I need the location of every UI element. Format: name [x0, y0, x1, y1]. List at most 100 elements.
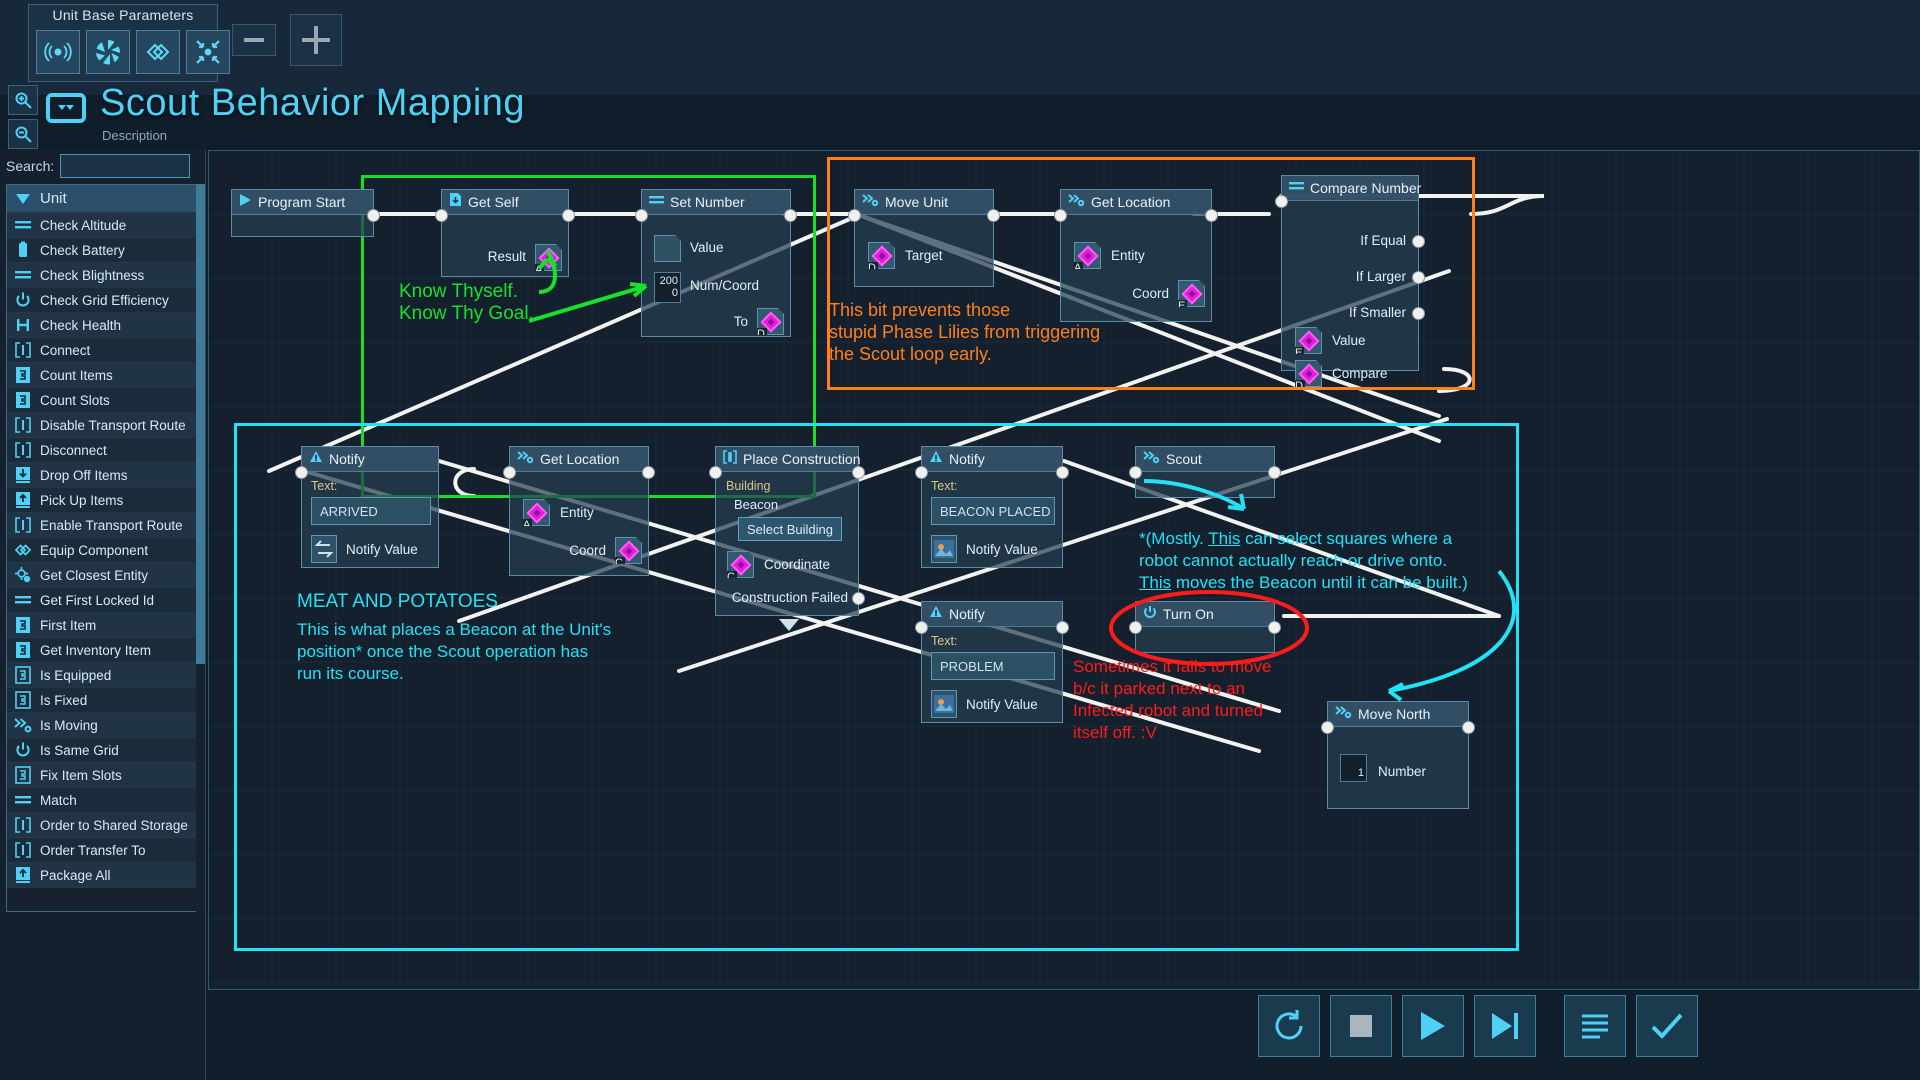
collapse-icon[interactable] [186, 30, 230, 74]
sidebar-scroll-thumb[interactable] [196, 184, 205, 664]
radar-icon[interactable] [36, 30, 80, 74]
node-move-unit[interactable]: Move Unit D Target [848, 189, 1000, 287]
graph-canvas[interactable]: Program Start Get Self Result A Set Numb… [208, 150, 1920, 990]
sidebar-item-enable-transport-route[interactable]: Enable Transport Route [7, 513, 201, 538]
sidebar-item-check-altitude[interactable]: Check Altitude [7, 213, 201, 238]
entity-slot[interactable]: A [1074, 242, 1101, 269]
link-icon[interactable] [136, 30, 180, 74]
node-program-start[interactable]: Program Start [231, 189, 380, 237]
zoom-out-icon[interactable] [8, 119, 38, 149]
node-get-location-bottom[interactable]: Get Location A Entity Coord C [503, 446, 655, 576]
coord-slot[interactable]: E [1178, 280, 1205, 307]
sidebar-item-check-grid-efficiency[interactable]: Check Grid Efficiency [7, 288, 201, 313]
node-get-self[interactable]: Get Self Result A [435, 189, 575, 277]
zoom-in-button[interactable] [290, 14, 342, 66]
input-port[interactable] [1129, 466, 1142, 479]
sidebar-item-first-item[interactable]: First Item [7, 613, 201, 638]
sidebar-item-is-moving[interactable]: Is Moving [7, 713, 201, 738]
node-notify-problem[interactable]: Notify Text: PROBLEM Notify Value [915, 601, 1069, 723]
input-port[interactable] [1054, 209, 1067, 222]
notify-value-icon[interactable] [931, 690, 957, 718]
number-slot[interactable]: 1 [1340, 754, 1367, 782]
output-port[interactable] [987, 209, 1000, 222]
node-place-construction[interactable]: Place Construction Building Beacon Selec… [709, 446, 865, 631]
node-turn-on[interactable]: Turn On [1129, 601, 1281, 653]
sidebar-item-connect[interactable]: Connect [7, 338, 201, 363]
zoom-in-icon[interactable] [8, 85, 38, 115]
input-port[interactable] [435, 209, 448, 222]
if-larger-port[interactable] [1412, 271, 1425, 284]
sidebar-item-check-health[interactable]: Check Health [7, 313, 201, 338]
output-port[interactable] [1268, 466, 1281, 479]
triangle-down-icon[interactable] [778, 618, 800, 637]
sidebar-item-get-closest-entity[interactable]: Get Closest Entity [7, 563, 201, 588]
value-slot[interactable]: E [1295, 327, 1322, 354]
input-port[interactable] [1275, 195, 1288, 208]
coord-slot[interactable]: C [615, 537, 642, 564]
input-port[interactable] [1129, 621, 1142, 634]
input-port[interactable] [295, 466, 308, 479]
node-scout[interactable]: Scout [1129, 446, 1281, 498]
coordinate-slot[interactable]: C [727, 551, 754, 578]
stop-button[interactable] [1330, 995, 1392, 1057]
notify-value-icon[interactable] [311, 535, 337, 563]
output-port[interactable] [1056, 621, 1069, 634]
output-port[interactable] [642, 466, 655, 479]
input-port[interactable] [915, 621, 928, 634]
sidebar-scrollbar[interactable] [196, 184, 205, 912]
zoom-out-button[interactable] [232, 24, 276, 56]
target-slot[interactable]: D [868, 242, 895, 269]
play-button[interactable] [1402, 995, 1464, 1057]
sidebar-item-order-to-shared-storage[interactable]: Order to Shared Storage [7, 813, 201, 838]
sidebar-item-fix-item-slots[interactable]: Fix Item Slots [7, 763, 201, 788]
sidebar-item-is-fixed[interactable]: Is Fixed [7, 688, 201, 713]
restart-button[interactable] [1258, 995, 1320, 1057]
if-equal-port[interactable] [1412, 235, 1425, 248]
aperture-icon[interactable] [86, 30, 130, 74]
sidebar-item-unit[interactable]: Unit [7, 185, 201, 213]
node-move-north[interactable]: Move North 1 Number [1321, 701, 1475, 809]
step-button[interactable] [1474, 995, 1536, 1057]
input-port[interactable] [1321, 721, 1334, 734]
sidebar-item-order-transfer-to[interactable]: Order Transfer To [7, 838, 201, 863]
node-notify-beacon[interactable]: Notify Text: BEACON PLACED Notify Value [915, 446, 1069, 568]
construction-failed-port[interactable] [852, 592, 865, 605]
sidebar-item-check-battery[interactable]: Check Battery [7, 238, 201, 263]
sidebar-item-is-same-grid[interactable]: Is Same Grid [7, 738, 201, 763]
compare-slot[interactable]: D [1295, 360, 1322, 387]
output-port[interactable] [367, 209, 380, 222]
notify-value-icon[interactable] [931, 535, 957, 563]
node-compare-number[interactable]: Compare Number If Equal If Larger If Sma… [1275, 175, 1425, 387]
sidebar-item-get-inventory-item[interactable]: Get Inventory Item [7, 638, 201, 663]
output-port[interactable] [852, 466, 865, 479]
input-port[interactable] [915, 466, 928, 479]
node-set-number[interactable]: Set Number Value 200 0 Num/Coord To D [635, 189, 797, 337]
sidebar-item-equip-component[interactable]: Equip Component [7, 538, 201, 563]
input-port[interactable] [503, 466, 516, 479]
component-list[interactable]: Unit Check Altitude Check Battery Check Bli… [6, 184, 202, 912]
input-port[interactable] [635, 209, 648, 222]
sidebar-item-package-all[interactable]: Package All [7, 863, 201, 888]
input-port[interactable] [848, 209, 861, 222]
input-port[interactable] [709, 466, 722, 479]
text-field[interactable]: ARRIVED [311, 497, 431, 525]
output-port[interactable] [1056, 466, 1069, 479]
output-port[interactable] [784, 209, 797, 222]
sidebar-item-match[interactable]: Match [7, 788, 201, 813]
sidebar-item-check-blightness[interactable]: Check Blightness [7, 263, 201, 288]
confirm-button[interactable] [1636, 995, 1698, 1057]
select-building-button[interactable]: Select Building [738, 517, 842, 541]
sidebar-item-disconnect[interactable]: Disconnect [7, 438, 201, 463]
value-slot[interactable] [654, 235, 681, 262]
num-coord-slot[interactable]: 200 0 [654, 272, 681, 303]
output-port[interactable] [1268, 621, 1281, 634]
search-input[interactable] [60, 154, 191, 178]
output-port[interactable] [562, 209, 575, 222]
text-field[interactable]: BEACON PLACED [931, 497, 1055, 525]
output-port[interactable] [1205, 209, 1218, 222]
sidebar-item-drop-off-items[interactable]: Drop Off Items [7, 463, 201, 488]
output-port[interactable] [1462, 721, 1475, 734]
list-button[interactable] [1564, 995, 1626, 1057]
sidebar-item-is-equipped[interactable]: Is Equipped [7, 663, 201, 688]
node-notify-arrived[interactable]: Notify Text: ARRIVED Notify Value [295, 446, 439, 568]
